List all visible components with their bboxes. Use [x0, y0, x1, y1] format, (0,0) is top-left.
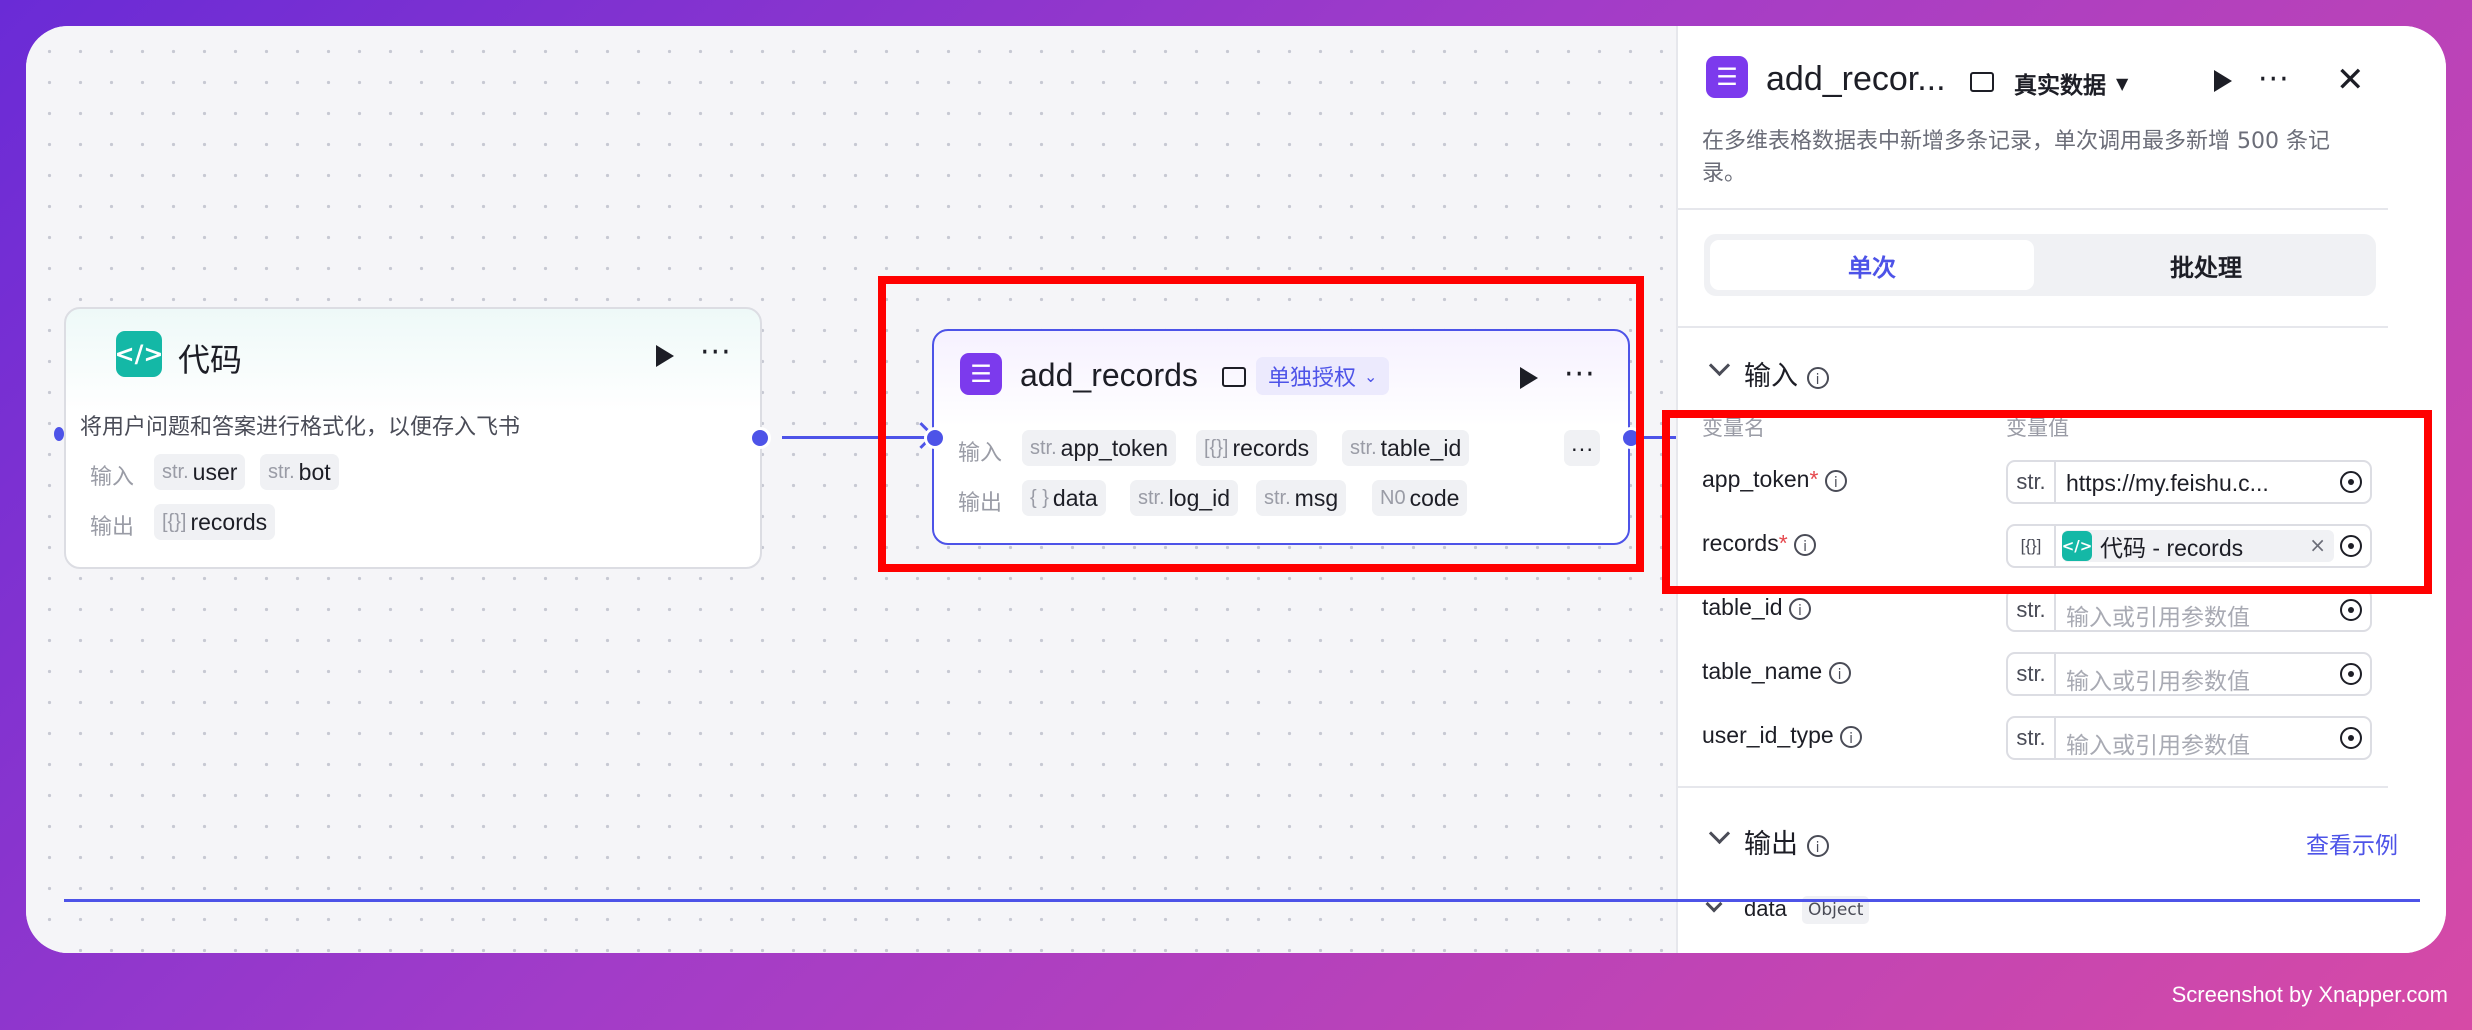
reference-icon[interactable] — [2340, 727, 2362, 749]
table-name-input[interactable]: str. 输入或引用参数值 — [2006, 652, 2372, 696]
reference-icon[interactable] — [2340, 535, 2362, 557]
output-tag-msg: str. msg — [1256, 480, 1347, 516]
info-icon: i — [1794, 533, 1817, 556]
close-icon[interactable]: ✕ — [2336, 60, 2365, 100]
chevron-down-icon[interactable] — [1708, 822, 1731, 845]
info-icon: i — [1828, 661, 1851, 684]
canvas-bottom-line-right — [1676, 899, 2420, 902]
output-tag-code: N0 code — [1372, 480, 1468, 516]
add-records-input-port[interactable] — [924, 427, 946, 449]
user-id-type-placeholder: 输入或引用参数值 — [2066, 732, 2250, 758]
store-icon — [1222, 367, 1246, 387]
param-table-id-label: table_id i — [1702, 594, 1811, 621]
store-icon — [1970, 72, 1994, 92]
type-badge: str. — [2008, 462, 2056, 502]
param-app-token-label: app_token* i — [1702, 466, 1847, 493]
input-tag-user: str. user — [154, 454, 246, 490]
outgoing-edge[interactable] — [1644, 436, 1676, 439]
type-badge: str. — [2008, 590, 2056, 630]
reference-chip: </> 代码 - records × — [2062, 530, 2334, 562]
code-node-output-port[interactable] — [749, 427, 771, 449]
view-example-link[interactable]: 查看示例 — [2306, 826, 2398, 860]
tab-batch[interactable]: 批处理 — [2042, 240, 2370, 290]
canvas-bottom-line — [64, 899, 1676, 902]
add-records-output-port[interactable] — [1620, 427, 1642, 449]
output-tag-data: { } data — [1022, 480, 1106, 516]
input-tag-bot: str. bot — [260, 454, 339, 490]
more-inputs-button[interactable]: ··· — [1564, 430, 1600, 466]
code-icon: </> — [115, 331, 164, 377]
app-token-input[interactable]: str. https://my.feishu.c... — [2006, 460, 2372, 504]
panel-title: add_recor... — [1766, 60, 1946, 98]
watermark: Screenshot by Xnapper.com — [2171, 982, 2448, 1007]
param-records-label: records* i — [1702, 530, 1817, 557]
type-badge: str. — [2008, 718, 2056, 758]
more-icon[interactable]: ··· — [1564, 360, 1596, 390]
param-user-id-type-label: user_id_type i — [1702, 722, 1863, 749]
app-window: </> 代码 ··· 将用户问题和答案进行格式化，以便存入飞书 输入 str. u… — [26, 26, 2446, 953]
input-tag-app-token: str. app_token — [1022, 430, 1177, 466]
type-badge: str. — [2008, 654, 2056, 694]
output-section-title: 输出 i — [1744, 822, 1829, 861]
mode-dropdown[interactable]: 真实数据 ▼ — [2014, 66, 2128, 100]
run-icon[interactable] — [1520, 367, 1538, 389]
col-header-name: 变量名 — [1702, 416, 1765, 440]
type-badge: [{}] — [2008, 526, 2056, 566]
info-icon: i — [1806, 834, 1829, 857]
code-node[interactable]: </> 代码 ··· 将用户问题和答案进行格式化，以便存入飞书 输入 str. u… — [64, 307, 762, 569]
param-table-name-label: table_name i — [1702, 658, 1851, 685]
code-icon: </> — [2062, 531, 2092, 561]
info-icon: i — [1806, 366, 1829, 389]
divider — [1678, 326, 2388, 328]
divider — [1678, 786, 2388, 788]
app-token-value: https://my.feishu.c... — [2066, 470, 2269, 496]
run-icon[interactable] — [2214, 70, 2232, 92]
node-title: add_records — [1020, 357, 1198, 393]
reference-icon[interactable] — [2340, 471, 2362, 493]
chevron-down-icon: ⌄ — [1364, 366, 1378, 386]
more-icon[interactable]: ··· — [2258, 65, 2290, 95]
divider — [1678, 208, 2388, 210]
table-icon: ☰ — [960, 353, 1002, 395]
node-title: 代码 — [178, 342, 243, 378]
auth-dropdown[interactable]: 单独授权 ⌄ — [1256, 357, 1390, 395]
table-icon: ☰ — [1706, 56, 1748, 98]
input-label: 输入 — [90, 465, 135, 490]
user-id-type-input[interactable]: str. 输入或引用参数值 — [2006, 716, 2372, 760]
info-icon: i — [1840, 725, 1863, 748]
col-header-value: 变量值 — [2006, 416, 2069, 440]
properties-panel: ☰ add_recor... 真实数据 ▼ ··· ✕ 在多维表格数据表中新增多条… — [1662, 26, 2446, 953]
run-mode-tabs: 单次 批处理 — [1704, 234, 2376, 296]
tab-single[interactable]: 单次 — [1710, 240, 2034, 290]
caret-down-icon: ▼ — [2116, 73, 2129, 93]
input-tag-records: [{}] records — [1196, 430, 1318, 466]
reference-icon[interactable] — [2340, 663, 2362, 685]
output-tag-records: [{}] records — [154, 504, 276, 540]
table-name-placeholder: 输入或引用参数值 — [2066, 668, 2250, 694]
workflow-canvas[interactable]: </> 代码 ··· 将用户问题和答案进行格式化，以便存入飞书 输入 str. u… — [26, 26, 1676, 953]
code-node-input-port[interactable] — [54, 427, 64, 441]
table-id-input[interactable]: str. 输入或引用参数值 — [2006, 588, 2372, 632]
output-label: 输出 — [958, 491, 1003, 516]
reference-icon[interactable] — [2340, 599, 2362, 621]
panel-description: 在多维表格数据表中新增多条记录，单次调用最多新增 500 条记录。 — [1702, 129, 2330, 186]
run-icon[interactable] — [656, 345, 674, 367]
reference-chip-label: 代码 - records — [2100, 535, 2244, 561]
input-label: 输入 — [958, 441, 1003, 466]
info-icon: i — [1824, 469, 1847, 492]
input-tag-table-id: str. table_id — [1342, 430, 1470, 466]
remove-icon[interactable]: × — [2309, 533, 2326, 557]
output-tag-log-id: str. log_id — [1130, 480, 1239, 516]
more-icon[interactable]: ··· — [700, 338, 732, 368]
chevron-down-icon[interactable] — [1708, 354, 1731, 377]
output-label: 输出 — [90, 515, 135, 540]
info-icon: i — [1788, 597, 1811, 620]
connection-edge[interactable] — [782, 436, 930, 439]
input-section-title: 输入 i — [1744, 354, 1829, 393]
records-input[interactable]: [{}] </> 代码 - records × — [2006, 524, 2372, 568]
node-description: 将用户问题和答案进行格式化，以便存入飞书 — [80, 415, 521, 440]
add-records-node[interactable]: ☰ add_records 单独授权 ⌄ ··· 输入 str. app_token… — [932, 329, 1630, 545]
table-id-placeholder: 输入或引用参数值 — [2066, 604, 2250, 630]
